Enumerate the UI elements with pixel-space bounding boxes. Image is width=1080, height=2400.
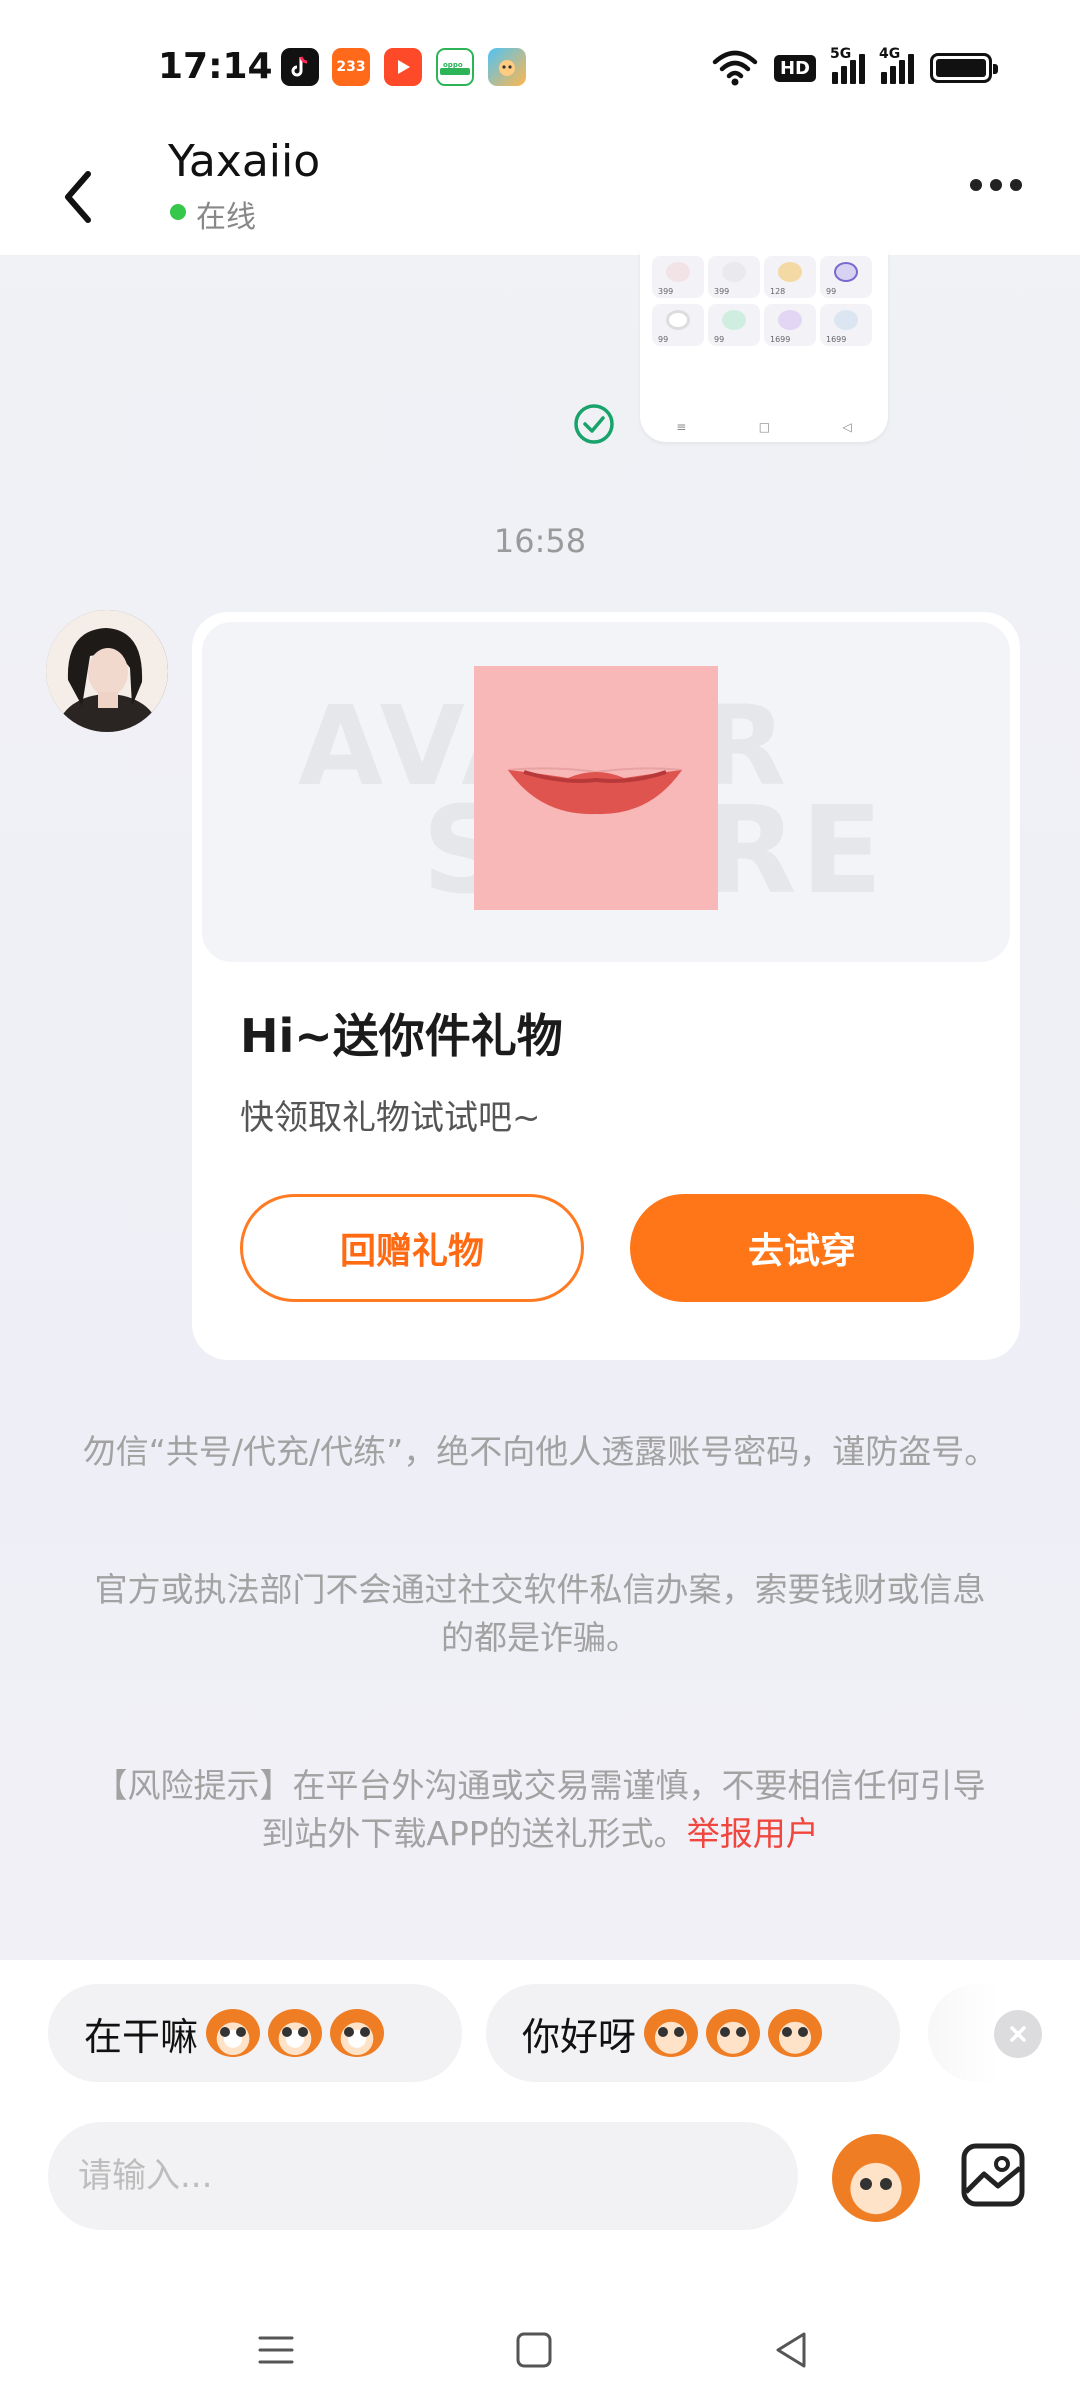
grinning-mascot-icon (330, 2009, 385, 2057)
signal-5g-icon: 5G (830, 46, 865, 84)
message-input[interactable] (48, 2122, 798, 2230)
risk-notice-text: 【风险提示】在平台外沟通或交易需谨慎，不要相信任何引导到站外下载APP的送礼形式… (94, 1766, 986, 1853)
contact-name[interactable]: Yaxaiio (168, 136, 320, 187)
grid-cell: 399 (652, 256, 704, 298)
game-icon (488, 48, 526, 86)
gift-subtitle: 快领取礼物试试吧~ (240, 1098, 541, 1138)
chat-header: Yaxaiio 在线 (0, 130, 1080, 255)
close-icon (1010, 2026, 1026, 2042)
image-picker-button[interactable] (958, 2140, 1028, 2210)
hd-voice-badge: HD (773, 54, 816, 82)
safety-notice-account: 勿信“共号/代充/代练”，绝不向他人透露账号密码，谨防盗号。 (82, 1432, 998, 1471)
back-button[interactable] (50, 148, 120, 228)
wifi-icon (712, 50, 758, 86)
return-gift-button[interactable]: 回赠礼物 (240, 1194, 584, 1302)
report-user-link[interactable]: 举报用户 (687, 1814, 819, 1853)
home-icon: □ (758, 420, 771, 434)
grid-cell: 1699 (764, 304, 816, 346)
menu-icon: ≡ (676, 420, 687, 434)
back-triangle-icon[interactable] (768, 2326, 816, 2374)
dot-icon (970, 179, 982, 191)
status-time: 17:14 (158, 46, 273, 87)
grid-cell: 99 (708, 304, 760, 346)
dot-icon (1010, 179, 1022, 191)
233-icon-label: 233 (336, 59, 366, 75)
close-quick-replies-button[interactable] (994, 2010, 1042, 2058)
gift-title: Hi~送你件礼物 (240, 1009, 563, 1063)
grid-cell: 99 (820, 256, 872, 298)
signal-4g-icon: 4G (879, 46, 914, 84)
battery-icon (930, 53, 998, 83)
grinning-mascot-icon (206, 2009, 261, 2057)
battery-fill (936, 59, 986, 77)
online-dot (170, 204, 186, 220)
try-on-button[interactable]: 去试穿 (630, 1194, 974, 1302)
grinning-mascot-icon (268, 2009, 323, 2057)
read-check-icon (574, 404, 614, 444)
quick-reply-text: 在干嘛 (84, 2014, 199, 2059)
wide-eyed-mascot-icon (644, 2009, 699, 2057)
signal-4g-label: 4G (879, 46, 901, 62)
emoji-sticker-button[interactable] (832, 2134, 920, 2222)
oppo-store-icon: oppo (436, 48, 474, 86)
quick-reply-chip[interactable]: 在干嘛 (48, 1984, 462, 2082)
gift-item-image (474, 666, 718, 910)
image-message[interactable]: 399 399 128 99 99 99 1699 1699 ≡ □ ◁ (640, 250, 888, 442)
status-bar: 17:14 233 oppo HD 5G 4G (0, 0, 1080, 130)
menu-icon[interactable] (252, 2326, 300, 2374)
grid-cell: 99 (652, 304, 704, 346)
douyin-icon (281, 48, 319, 86)
wide-eyed-mascot-icon (768, 2009, 823, 2057)
screenshot-nav: ≡ □ ◁ (640, 420, 888, 434)
video-play-icon (384, 48, 422, 86)
system-nav-bar (0, 2290, 1080, 2400)
risk-notice: 【风险提示】在平台外沟通或交易需谨慎，不要相信任何引导到站外下载APP的送礼形式… (80, 1762, 1000, 1858)
quick-reply-text: 你好呀 (522, 2014, 637, 2059)
grid-cell: 128 (764, 256, 816, 298)
more-options-button[interactable] (970, 170, 1030, 200)
svg-text:oppo: oppo (443, 61, 463, 69)
grid-cell: 1699 (820, 304, 872, 346)
message-timestamp: 16:58 (493, 522, 587, 560)
home-icon[interactable] (510, 2326, 558, 2374)
online-status: 在线 (196, 200, 256, 235)
screenshot-grid: 399 399 128 99 99 99 1699 1699 (652, 256, 872, 346)
wide-eyed-mascot-icon (706, 2009, 761, 2057)
safety-notice-fraud: 官方或执法部门不会通过社交软件私信办案，索要钱财或信息的都是诈骗。 (94, 1570, 986, 1657)
233-icon: 233 (332, 48, 370, 86)
signal-5g-label: 5G (830, 46, 852, 62)
back-arrow-icon (65, 171, 91, 223)
dot-icon (990, 179, 1002, 191)
contact-avatar[interactable] (46, 610, 168, 732)
system-icons: HD 5G 4G (712, 46, 998, 88)
back-icon: ◁ (842, 420, 852, 434)
quick-reply-chip[interactable]: 你好呀 (486, 1984, 900, 2082)
grid-cell: 399 (708, 256, 760, 298)
